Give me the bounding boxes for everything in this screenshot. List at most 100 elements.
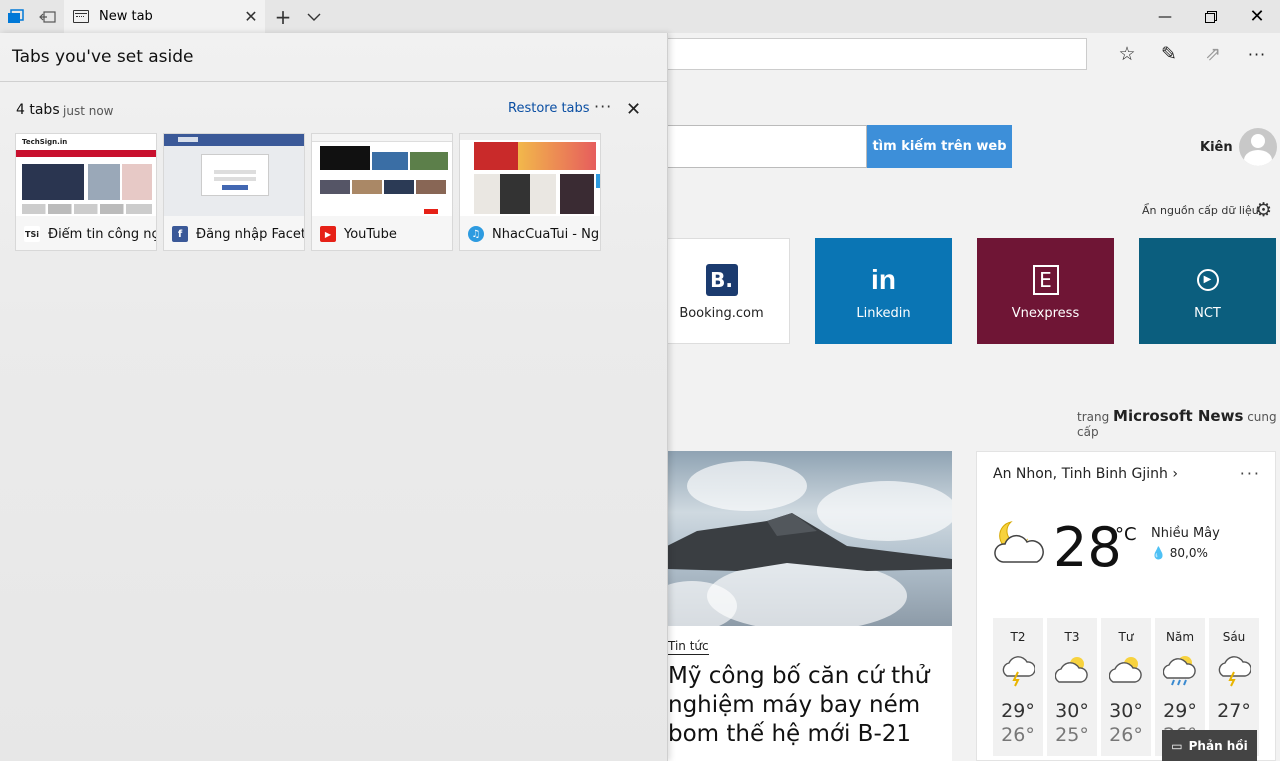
tab-list-button[interactable] [300,0,328,33]
provider-brand: Microsoft News [1113,407,1244,425]
feedback-button[interactable]: ▭ Phản hồi [1162,730,1257,761]
close-group-button[interactable]: ✕ [626,99,641,120]
tab-thumbnail [460,134,600,216]
pen-icon: ✎ [1161,43,1177,65]
search-input[interactable] [667,125,867,168]
rain-thunder-icon [1002,656,1035,687]
tab-preview-button[interactable] [0,0,32,33]
close-tab-button[interactable]: ✕ [237,7,265,26]
forecast-low: 26° [1001,724,1035,746]
tab-caption: f Đăng nhập Facet [164,216,304,250]
humidity-value: 80,0% [1169,546,1208,560]
forecast-day[interactable]: T2 29° 26° [993,618,1043,756]
minimize-button[interactable]: — [1142,0,1188,33]
tab-group-count: 4 tabs [16,102,60,118]
set-aside-tabs-button[interactable] [32,0,64,33]
top-site-linkedin[interactable]: in Linkedin [815,238,952,344]
set-aside-panel: Tabs you've set aside 4 tabs just now Re… [0,33,668,761]
tab-strip: New tab ✕ + — ✕ [0,0,1280,33]
gear-icon[interactable]: ⚙ [1255,199,1272,221]
settings-more-button[interactable]: ··· [1242,40,1272,68]
vnexpress-logo-icon: E [1032,264,1059,295]
tile-label: NCT [1194,305,1221,321]
forecast-low: 26° [1109,724,1143,746]
tile-label: Vnexpress [1011,305,1080,321]
top-site-booking[interactable]: B. Booking.com [653,238,790,344]
forecast-high: 30° [1109,700,1143,722]
partly-sunny-icon [1055,657,1088,683]
tab-new-tab[interactable]: New tab ✕ [64,0,265,33]
set-aside-tab[interactable]: f Đăng nhập Facet [163,133,305,251]
search-web-button[interactable]: tìm kiếm trên web [867,125,1012,168]
forecast-day-name: T2 [1010,630,1026,644]
chevron-down-icon [307,13,321,21]
close-window-button[interactable]: ✕ [1234,0,1280,33]
forecast-day[interactable]: Tư 30° 26° [1101,618,1151,756]
weather-location-text: An Nhon, Tinh Binh Gjinh [993,466,1168,482]
close-icon: ✕ [626,99,642,120]
forecast-high: 29° [1163,700,1197,722]
news-image [667,451,952,626]
news-headline[interactable]: Mỹ công bố căn cứ thử nghiệm máy bay ném… [668,662,948,749]
rain-thunder-icon [1218,656,1251,687]
group-more-button[interactable]: ··· [594,97,612,116]
partly-cloudy-night-icon [994,521,1044,563]
avatar[interactable] [1239,128,1277,166]
set-aside-tab[interactable]: TechSign.in TSi Điểm tin công nç [15,133,157,251]
tab-label: YouTube [344,226,397,242]
weather-card[interactable]: An Nhon, Tinh Binh Gjinh › ··· 28 °C Nhi… [976,451,1276,761]
weather-more-button[interactable]: ··· [1240,464,1261,483]
weather-temperature: 28 [1053,516,1122,579]
tab-caption: TSi Điểm tin công nç [16,216,157,250]
tile-label: Booking.com [679,305,764,321]
top-site-vnexpress[interactable]: E Vnexpress [977,238,1114,344]
techsign-icon: TSi [24,226,40,242]
plus-icon: + [274,4,292,29]
tab-thumbnail [312,134,452,216]
favorites-star-icon: ☆ [1118,43,1136,65]
forecast-day-name: Năm [1165,630,1195,644]
more-icon: ··· [1247,44,1267,64]
top-site-nct[interactable]: ▶ NCT [1139,238,1276,344]
new-tab-button[interactable]: + [268,0,298,33]
user-name[interactable]: Kiên [1200,140,1233,155]
tab-label: Điểm tin công nç [48,226,157,242]
feedback-label: Phản hồi [1188,738,1248,753]
news-provider: trang Microsoft News cung cấp [1077,407,1280,439]
booking-logo-icon: B. [705,263,738,296]
restore-window-icon [1205,10,1217,23]
bomber-plane-image [667,513,952,571]
tab-caption: ♫ NhacCuaTui - Ng [460,216,600,250]
share-icon: ⇗ [1205,43,1221,65]
news-category[interactable]: Tin tức [668,639,709,655]
tab-caption: ▶ YouTube [312,216,452,250]
provider-prefix: trang [1077,410,1110,424]
sun-rain-icon [1163,656,1196,686]
address-bar[interactable] [667,38,1087,70]
weather-humidity: 💧 80,0% [1151,546,1208,560]
tab-thumbnail [164,134,304,216]
hide-feed-link[interactable]: Ẩn nguồn cấp dữ liệu [1142,204,1259,217]
partly-sunny-icon [1109,657,1142,683]
forecast-day-name: Sáu [1222,630,1246,644]
share-button[interactable]: ⇗ [1198,40,1228,68]
chevron-right-icon: › [1172,466,1178,482]
panel-title: Tabs you've set aside [12,47,194,67]
forecast-day[interactable]: T3 30° 25° [1047,618,1097,756]
linkedin-logo-icon: in [871,263,896,295]
nhaccuatui-icon: ♫ [468,226,484,242]
favorites-button[interactable]: ☆ [1112,40,1142,68]
minimize-icon: — [1158,8,1172,25]
forecast-high: 30° [1055,700,1089,722]
weather-location[interactable]: An Nhon, Tinh Binh Gjinh › [993,466,1178,482]
weather-unit: °C [1115,524,1137,545]
set-aside-tab[interactable]: ▶ YouTube [311,133,453,251]
new-tab-icon [73,10,89,23]
web-note-button[interactable]: ✎ [1154,40,1184,68]
restore-tabs-link[interactable]: Restore tabs [508,101,590,116]
weather-condition: Nhiều Mây [1151,526,1220,541]
tab-thumbnail: TechSign.in [16,134,156,216]
forecast-day-name: T3 [1064,630,1080,644]
set-aside-tab[interactable]: ♫ NhacCuaTui - Ng [459,133,601,251]
restore-window-button[interactable] [1188,0,1234,33]
